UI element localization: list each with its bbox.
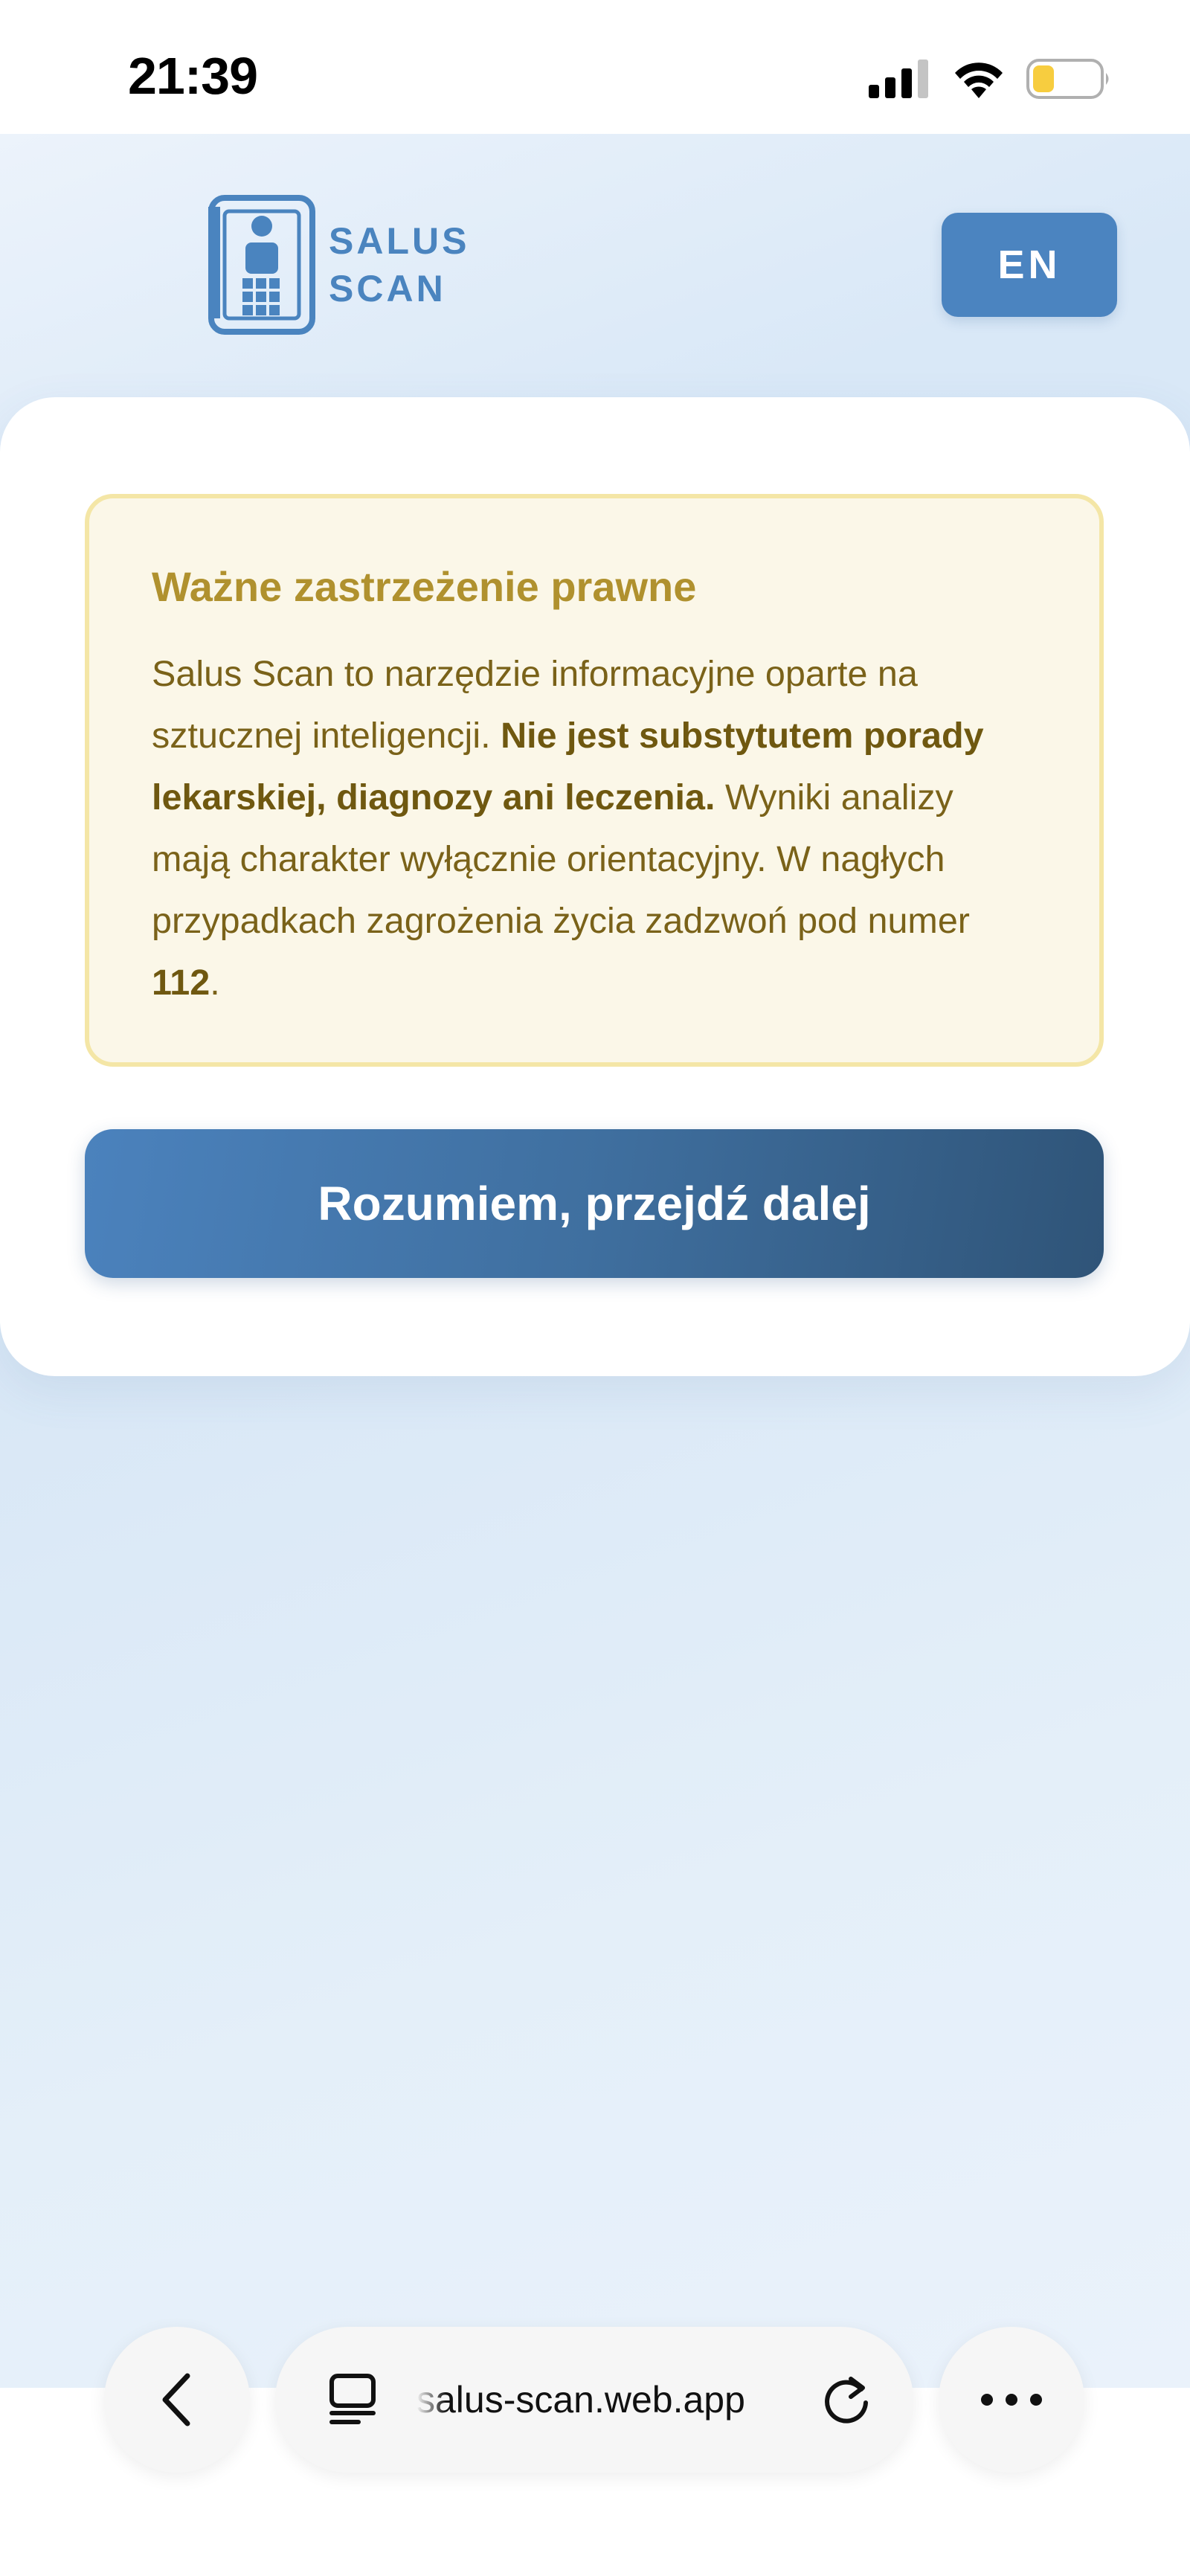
- logo-line-2: SCAN: [329, 268, 446, 309]
- browser-back-button[interactable]: [104, 2327, 250, 2473]
- status-bar: 21:39: [0, 0, 1190, 134]
- disclaimer-text-end: .: [210, 963, 220, 1003]
- more-dots-icon: [981, 2394, 1042, 2406]
- continue-button[interactable]: Rozumiem, przejdź dalej: [85, 1129, 1104, 1278]
- url-value: salus-scan.web.app: [416, 2379, 745, 2421]
- tabs-icon[interactable]: [326, 2373, 382, 2426]
- logo-line-1: SALUS: [329, 220, 470, 262]
- reload-icon[interactable]: [818, 2371, 875, 2428]
- salus-scan-logo-icon: [208, 195, 315, 335]
- disclaimer-title: Ważne zastrzeżenie prawne: [152, 563, 697, 610]
- browser-more-button[interactable]: [939, 2327, 1084, 2473]
- wifi-icon: [955, 62, 1003, 98]
- emergency-number: 112: [152, 963, 210, 1003]
- disclaimer-card: Ważne zastrzeżenie prawne Salus Scan to …: [0, 397, 1190, 1376]
- status-time: 21:39: [128, 47, 258, 105]
- cellular-signal-icon: [869, 60, 928, 98]
- address-bar[interactable]: salus-scan.web.app: [275, 2327, 913, 2473]
- logo-wordmark: SALUS SCAN: [329, 217, 469, 312]
- app-logo[interactable]: SALUS SCAN: [208, 195, 469, 335]
- battery-low-icon: [1026, 59, 1109, 99]
- chevron-left-icon: [162, 2373, 190, 2426]
- url-text[interactable]: salus-scan.web.app: [416, 2327, 803, 2473]
- language-toggle-button[interactable]: EN: [942, 213, 1117, 317]
- disclaimer-text: Salus Scan to narzędzie informacyjne opa…: [152, 643, 1037, 1014]
- legal-disclaimer-box: Ważne zastrzeżenie prawne Salus Scan to …: [85, 494, 1104, 1067]
